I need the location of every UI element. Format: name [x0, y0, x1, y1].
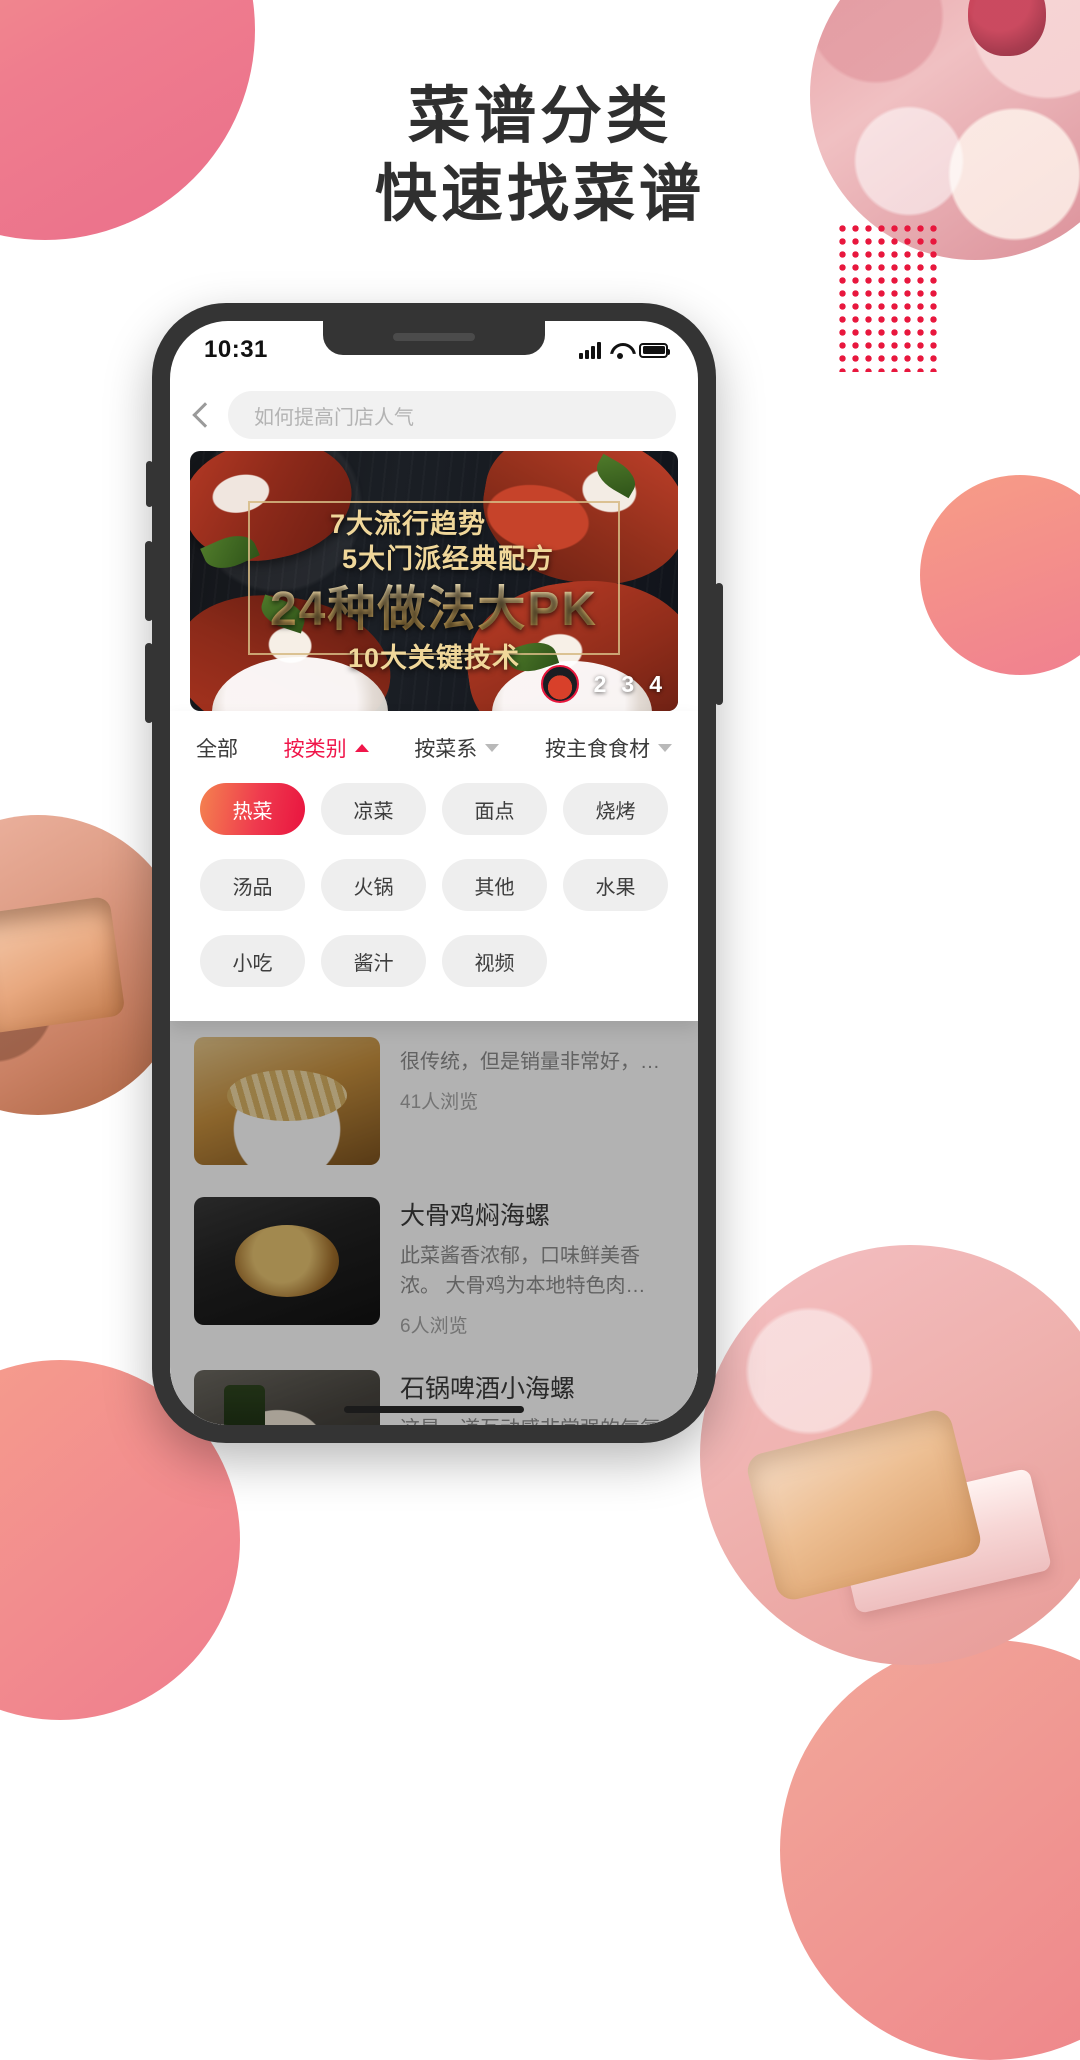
recipe-meta: 大骨鸡焖海螺 此菜酱香浓郁，口味鲜美香浓。 大骨鸡为本地特色肉… 6人浏览: [400, 1197, 674, 1338]
chevron-left-icon: [192, 402, 218, 428]
filter-tab-ingredient-label: 按主食食材: [544, 738, 650, 761]
caret-down-icon: [657, 744, 672, 752]
chip-soup[interactable]: 汤品: [200, 859, 305, 911]
banner-line-1: 7大流行趋势: [329, 509, 487, 539]
recipe-thumbnail: [194, 1197, 380, 1325]
decorative-blob-bottom-right: [780, 1640, 1080, 2060]
chip-other[interactable]: 其他: [442, 859, 547, 911]
recipe-description: 这是一道互动感非常强的气氛海鲜菜。当啤酒浇入热石…: [400, 1414, 674, 1425]
back-button[interactable]: [182, 392, 228, 438]
chip-label: 火锅: [353, 876, 394, 899]
filter-tab-category-label: 按类别: [283, 738, 347, 761]
banner-text-block: 7大流行趋势 5大门派经典配方 24种做法大PK 10大关键技术: [190, 507, 678, 675]
filter-tab-all-label: 全部: [196, 738, 238, 761]
filter-tab-cuisine-label: 按菜系: [414, 738, 478, 761]
banner-page-4[interactable]: 4: [649, 671, 662, 698]
earpiece-speaker: [393, 333, 475, 341]
category-chip-grid: 热菜 凉菜 面点 烧烤 汤品 火锅 其他 水果 小吃 酱汁 视频: [170, 779, 698, 1021]
promo-banner[interactable]: 7大流行趋势 5大门派经典配方 24种做法大PK 10大关键技术 2 3 4: [190, 451, 678, 711]
filter-tab-bar: 全部 按类别 按菜系 按主食食材: [170, 711, 698, 779]
recipe-thumbnail: [194, 1370, 380, 1425]
status-icons: [579, 341, 670, 359]
recipe-title: 大骨鸡焖海螺: [400, 1202, 551, 1230]
decorative-dot-grid: [836, 222, 940, 372]
phone-notch: [323, 321, 545, 355]
recipe-view-count: 41人浏览: [400, 1092, 479, 1113]
recipe-meta: 石锅啤酒小海螺 这是一道互动感非常强的气氛海鲜菜。当啤酒浇入热石… 11人浏览: [400, 1370, 674, 1425]
headline-line-2: 快速找菜谱: [374, 160, 705, 229]
banner-line-2: 5大门派经典配方: [341, 544, 555, 574]
chip-label: 酱汁: [353, 952, 394, 975]
phone-screen: 10:31 如何提高门店人气 7大流行趋势 5大门派经典配方 24种做法大PK …: [170, 321, 698, 1425]
phone-mockup: 10:31 如何提高门店人气 7大流行趋势 5大门派经典配方 24种做法大PK …: [145, 303, 723, 1443]
chip-bbq[interactable]: 烧烤: [563, 783, 668, 835]
chip-label: 其他: [474, 876, 515, 899]
chip-pastry[interactable]: 面点: [442, 783, 547, 835]
app-content: 7大流行趋势 5大门派经典配方 24种做法大PK 10大关键技术 2 3 4 全…: [170, 451, 698, 1425]
banner-page-2[interactable]: 2: [594, 671, 607, 698]
category-filter-panel: 全部 按类别 按菜系 按主食食材 热菜 凉菜 面点 烧烤 汤品 火锅 其他 水果…: [170, 711, 698, 1021]
phone-volume-up-button: [145, 541, 153, 621]
caret-down-icon: [485, 744, 500, 752]
banner-line-3: 24种做法大PK: [190, 579, 678, 641]
recipe-thumbnail: [194, 1037, 380, 1165]
filter-tab-cuisine[interactable]: 按菜系: [414, 733, 500, 763]
home-indicator: [344, 1406, 524, 1413]
chip-cold-dish[interactable]: 凉菜: [321, 783, 426, 835]
wifi-icon: [610, 342, 630, 359]
headline-line-1: 菜谱分类: [407, 82, 672, 151]
status-time: 10:31: [204, 336, 268, 363]
table-row[interactable]: 石锅啤酒小海螺 这是一道互动感非常强的气氛海鲜菜。当啤酒浇入热石… 11人浏览: [170, 1354, 698, 1425]
chip-label: 视频: [474, 952, 515, 975]
chip-snack[interactable]: 小吃: [200, 935, 305, 987]
phone-power-button: [715, 583, 723, 705]
recipe-title: 石锅啤酒小海螺: [400, 1375, 576, 1403]
food-photo-bottom-right: [700, 1245, 1080, 1665]
banner-page-1-active[interactable]: [540, 665, 579, 703]
search-input[interactable]: 如何提高门店人气: [228, 391, 676, 439]
chip-label: 烧烤: [595, 800, 636, 823]
recipe-description: 很传统，但是销量非常好，…: [400, 1051, 660, 1073]
caret-up-icon: [354, 744, 369, 752]
chip-label: 热菜: [232, 800, 273, 823]
table-row[interactable]: 大骨鸡焖海螺 此菜酱香浓郁，口味鲜美香浓。 大骨鸡为本地特色肉… 6人浏览: [170, 1181, 698, 1354]
phone-mute-switch: [146, 461, 153, 507]
recipe-meta: 很传统，但是销量非常好，… 41人浏览: [400, 1037, 674, 1114]
filter-tab-category[interactable]: 按类别: [284, 733, 369, 763]
banner-pagination: 2 3 4: [540, 665, 662, 703]
table-row[interactable]: 很传统，但是销量非常好，… 41人浏览: [170, 1021, 698, 1181]
recipe-list: 很传统，但是销量非常好，… 41人浏览 大骨鸡焖海螺 此菜酱香浓郁，口味鲜美香浓…: [170, 1021, 698, 1425]
chip-label: 小吃: [232, 952, 273, 975]
poster-headline: 菜谱分类 快速找菜谱: [0, 78, 1080, 234]
search-placeholder: 如何提高门店人气: [254, 406, 414, 429]
phone-volume-down-button: [145, 643, 153, 723]
search-bar-row: 如何提高门店人气: [170, 379, 698, 451]
filter-tab-all[interactable]: 全部: [196, 733, 238, 763]
filter-tab-ingredient[interactable]: 按主食食材: [545, 733, 672, 763]
banner-page-3[interactable]: 3: [621, 671, 634, 698]
chip-hot-dish[interactable]: 热菜: [200, 783, 305, 835]
chip-sauce[interactable]: 酱汁: [321, 935, 426, 987]
signal-bars-icon: [579, 341, 601, 359]
chip-label: 汤品: [232, 876, 273, 899]
chip-hotpot[interactable]: 火锅: [321, 859, 426, 911]
decorative-blob-middle-right: [920, 475, 1080, 675]
chip-label: 面点: [474, 800, 515, 823]
chip-label: 水果: [595, 876, 636, 899]
recipe-view-count: 6人浏览: [400, 1316, 468, 1337]
battery-full-icon: [639, 342, 670, 358]
chip-fruit[interactable]: 水果: [563, 859, 668, 911]
recipe-description: 此菜酱香浓郁，口味鲜美香浓。 大骨鸡为本地特色肉…: [400, 1245, 646, 1297]
chip-label: 凉菜: [353, 800, 394, 823]
chip-video[interactable]: 视频: [442, 935, 547, 987]
